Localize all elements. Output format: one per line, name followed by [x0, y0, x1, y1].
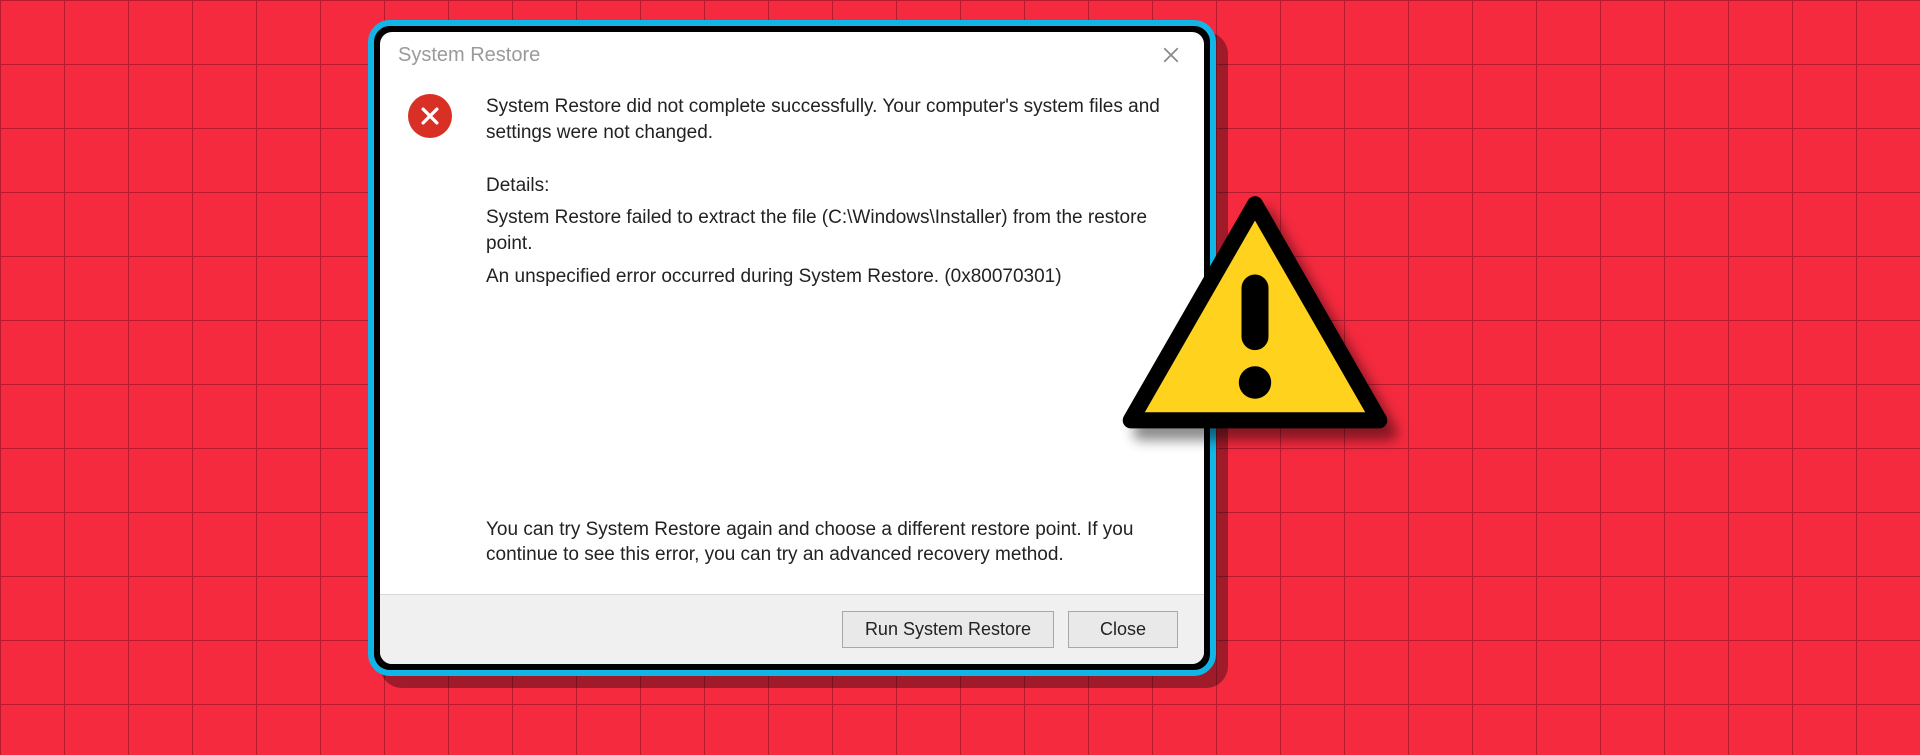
- run-system-restore-button[interactable]: Run System Restore: [842, 611, 1054, 648]
- close-icon[interactable]: [1156, 40, 1186, 70]
- titlebar: System Restore: [380, 32, 1204, 78]
- error-icon: [408, 94, 452, 138]
- close-button[interactable]: Close: [1068, 611, 1178, 648]
- details-line-1: System Restore failed to extract the fil…: [486, 205, 1166, 256]
- text-column: System Restore did not complete successf…: [486, 94, 1176, 586]
- error-summary: System Restore did not complete successf…: [486, 94, 1166, 145]
- window-title: System Restore: [398, 44, 540, 67]
- details-label: Details:: [486, 173, 1166, 199]
- system-restore-dialog: System Restore System Restore did not co…: [368, 20, 1216, 676]
- dialog-inner: System Restore System Restore did not co…: [380, 32, 1204, 664]
- details-line-2: An unspecified error occurred during Sys…: [486, 264, 1166, 290]
- icon-column: [408, 94, 458, 586]
- dialog-body: System Restore did not complete successf…: [380, 78, 1204, 594]
- advice-text: You can try System Restore again and cho…: [486, 517, 1166, 568]
- button-bar: Run System Restore Close: [380, 594, 1204, 664]
